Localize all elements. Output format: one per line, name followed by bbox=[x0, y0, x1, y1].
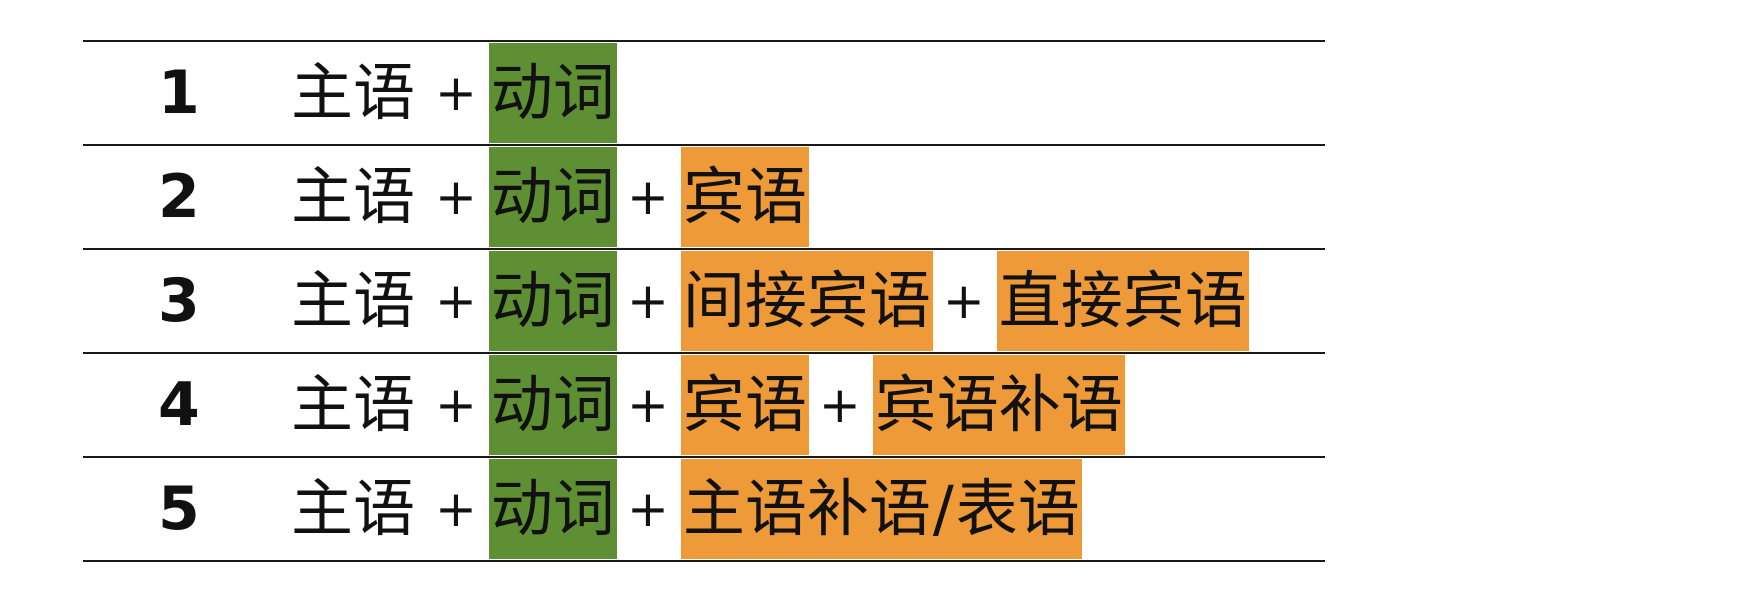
verb-term: 动词 bbox=[488, 459, 617, 559]
subject-term: 主语 bbox=[291, 368, 416, 441]
plus-sign: + bbox=[626, 480, 669, 538]
subject-term: 主语 bbox=[291, 472, 416, 545]
plus-sign: + bbox=[435, 376, 477, 434]
pattern-formula: 主语 + 动词 + 宾语 bbox=[291, 145, 809, 249]
table-row: 1 主语 + 动词 bbox=[83, 41, 1325, 145]
subject-complement-term: 主语补语 bbox=[680, 459, 933, 559]
pattern-formula: 主语 + 动词 + 宾语 + 宾语补语 bbox=[291, 353, 1125, 457]
direct-object-term: 直接宾语 bbox=[996, 251, 1249, 351]
predicative-term: 表语 bbox=[953, 459, 1082, 559]
row-number: 2 bbox=[158, 162, 200, 232]
plus-sign: + bbox=[435, 480, 477, 538]
table-row: 5 主语 + 动词 + 主语补语 / 表语 bbox=[83, 457, 1325, 561]
row-number: 3 bbox=[158, 266, 200, 336]
table-row: 4 主语 + 动词 + 宾语 + 宾语补语 bbox=[83, 353, 1325, 457]
plus-sign: + bbox=[626, 376, 669, 434]
subject-term: 主语 bbox=[291, 56, 416, 129]
slash-separator: / bbox=[932, 459, 954, 559]
row-number: 5 bbox=[158, 474, 200, 544]
object-term: 宾语 bbox=[680, 355, 809, 455]
object-complement-term: 宾语补语 bbox=[872, 355, 1125, 455]
table-row: 2 主语 + 动词 + 宾语 bbox=[83, 145, 1325, 249]
pattern-formula: 主语 + 动词 bbox=[291, 41, 617, 145]
plus-sign: + bbox=[435, 168, 477, 226]
verb-term: 动词 bbox=[488, 147, 617, 247]
plus-sign: + bbox=[626, 272, 669, 330]
object-term: 宾语 bbox=[680, 147, 809, 247]
plus-sign: + bbox=[942, 272, 985, 330]
verb-term: 动词 bbox=[488, 355, 617, 455]
verb-term: 动词 bbox=[488, 251, 617, 351]
pattern-formula: 主语 + 动词 + 主语补语 / 表语 bbox=[291, 457, 1082, 561]
plus-sign: + bbox=[435, 272, 477, 330]
subject-term: 主语 bbox=[291, 264, 416, 337]
row-number: 1 bbox=[158, 58, 200, 128]
plus-sign: + bbox=[626, 168, 669, 226]
indirect-object-term: 间接宾语 bbox=[680, 251, 933, 351]
subject-term: 主语 bbox=[291, 160, 416, 233]
verb-term: 动词 bbox=[488, 43, 617, 143]
plus-sign: + bbox=[818, 376, 861, 434]
plus-sign: + bbox=[435, 64, 477, 122]
table-row: 3 主语 + 动词 + 间接宾语 + 直接宾语 bbox=[83, 249, 1325, 353]
row-number: 4 bbox=[158, 370, 200, 440]
pattern-formula: 主语 + 动词 + 间接宾语 + 直接宾语 bbox=[291, 249, 1249, 353]
